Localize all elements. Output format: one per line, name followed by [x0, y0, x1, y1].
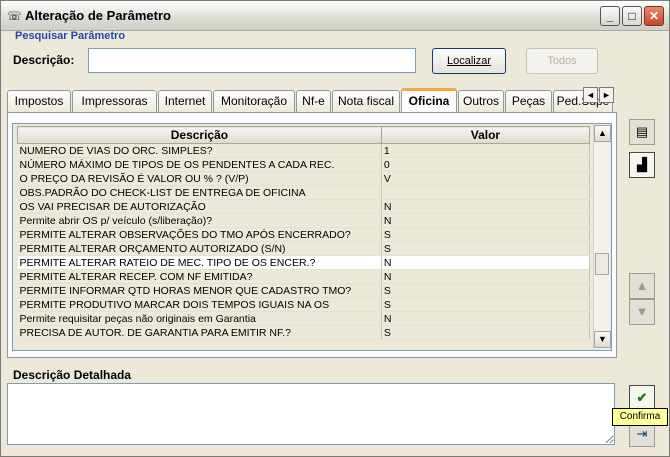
- title-bar[interactable]: ☏ Alteração de Parâmetro _ □ ✕: [1, 1, 669, 31]
- table-row-selected[interactable]: PERMITE ALTERAR RATEIO DE MEC. TIPO DE O…: [17, 255, 591, 270]
- minimize-button[interactable]: _: [600, 6, 620, 26]
- table-row[interactable]: PRECISA DE AUTOR. DE GARANTIA PARA EMITI…: [17, 325, 591, 340]
- row-value[interactable]: N: [381, 213, 591, 228]
- row-value[interactable]: S: [381, 325, 591, 340]
- row-value[interactable]: N: [381, 269, 591, 284]
- scroll-thumb[interactable]: [595, 253, 609, 275]
- all-button-label: Todos: [547, 55, 577, 67]
- arrow-up-icon: ▲: [635, 278, 649, 293]
- tab-strip: Impostos Impressoras Internet Monitoraçã…: [7, 88, 619, 112]
- detail-textarea[interactable]: [7, 383, 615, 445]
- table-row[interactable]: Permite abrir OS p/ veículo (s/liberação…: [17, 213, 591, 228]
- table-row[interactable]: NÚMERO MÁXIMO DE TIPOS DE OS PENDENTES A…: [17, 157, 591, 172]
- table-row[interactable]: O PREÇO DA REVISÃO É VALOR OU % ? (V/P) V: [17, 171, 591, 186]
- table-row[interactable]: Permite requisitar peças não originais e…: [17, 311, 591, 326]
- search-label: Descrição:: [13, 53, 75, 67]
- row-value[interactable]: S: [381, 227, 591, 242]
- row-description: NÚMERO MÁXIMO DE TIPOS DE OS PENDENTES A…: [17, 157, 382, 172]
- row-description: PERMITE INFORMAR QTD HORAS MENOR QUE CAD…: [17, 283, 382, 298]
- tab-oficina[interactable]: Oficina: [401, 88, 457, 112]
- row-description: NUMERO DE VIAS DO ORC. SIMPLES?: [17, 143, 382, 158]
- tab-nfe[interactable]: Nf-e: [296, 90, 331, 112]
- grid-vertical-scrollbar[interactable]: ▲ ▼: [593, 125, 611, 349]
- row-description: Permite requisitar peças não originais e…: [17, 311, 382, 326]
- check-icon: ✔: [636, 390, 648, 405]
- detail-label: Descrição Detalhada: [13, 368, 132, 382]
- description-search-input[interactable]: [88, 48, 416, 73]
- find-button[interactable]: Localizar: [432, 48, 506, 74]
- chart-icon: ▟: [637, 157, 647, 172]
- phone-icon: ☏: [7, 9, 23, 23]
- column-header-valor[interactable]: Valor: [380, 126, 591, 144]
- tab-monitoracao[interactable]: Monitoração: [213, 90, 295, 112]
- table-row[interactable]: PERMITE ALTERAR ORÇAMENTO AUTORIZADO (S/…: [17, 241, 591, 256]
- tab-impostos[interactable]: Impostos: [7, 90, 71, 112]
- row-description: PERMITE ALTERAR RATEIO DE MEC. TIPO DE O…: [17, 255, 382, 270]
- row-description: PERMITE ALTERAR OBSERVAÇÕES DO TMO APÓS …: [17, 227, 382, 242]
- row-value[interactable]: S: [381, 241, 591, 256]
- row-value-editing[interactable]: N: [381, 255, 591, 270]
- row-description: PRECISA DE AUTOR. DE GARANTIA PARA EMITI…: [17, 325, 382, 340]
- close-button[interactable]: ✕: [644, 6, 664, 26]
- search-group-title: Pesquisar Parâmetro: [15, 30, 126, 42]
- arrow-down-icon: ▼: [635, 304, 649, 319]
- find-button-label: Localizar: [446, 55, 492, 67]
- row-description: PERMITE ALTERAR ORÇAMENTO AUTORIZADO (S/…: [17, 241, 382, 256]
- grid-view-icon: ▤: [635, 124, 649, 139]
- table-row[interactable]: PERMITE PRODUTIVO MARCAR DOIS TEMPOS IGU…: [17, 297, 591, 312]
- row-description: OS VAI PRECISAR DE AUTORIZAÇÃO: [17, 199, 382, 214]
- table-row[interactable]: OBS.PADRÃO DO CHECK-LIST DE ENTREGA DE O…: [17, 185, 591, 200]
- row-description: Permite abrir OS p/ veículo (s/liberação…: [17, 213, 382, 228]
- column-header-descricao[interactable]: Descrição: [17, 126, 382, 144]
- row-value[interactable]: V: [381, 171, 591, 186]
- tab-panel: Descrição Valor NUMERO DE VIAS DO ORC. S…: [7, 112, 617, 358]
- maximize-button[interactable]: □: [622, 6, 642, 26]
- row-value[interactable]: 1: [381, 143, 591, 158]
- exit-icon: ⇥: [636, 426, 648, 441]
- scroll-up-button[interactable]: ▲: [594, 125, 611, 142]
- tab-scroll-left-button[interactable]: ◄: [583, 87, 598, 103]
- move-up-button[interactable]: ▲: [629, 273, 655, 299]
- parameters-table: Descrição Valor NUMERO DE VIAS DO ORC. S…: [17, 126, 591, 340]
- row-value[interactable]: 0: [381, 157, 591, 172]
- confirm-tooltip: Confirma: [612, 408, 668, 426]
- row-value[interactable]: N: [381, 311, 591, 326]
- move-down-button[interactable]: ▼: [629, 299, 655, 325]
- row-value[interactable]: N: [381, 199, 591, 214]
- row-description: PERMITE PRODUTIVO MARCAR DOIS TEMPOS IGU…: [17, 297, 382, 312]
- scroll-down-button[interactable]: ▼: [594, 331, 611, 348]
- table-row[interactable]: OS VAI PRECISAR DE AUTORIZAÇÃO N: [17, 199, 591, 214]
- tab-outros[interactable]: Outros: [458, 90, 504, 112]
- row-description: OBS.PADRÃO DO CHECK-LIST DE ENTREGA DE O…: [17, 185, 382, 200]
- parameter-window: ☏ Alteração de Parâmetro _ □ ✕ Pesquisar…: [0, 0, 670, 457]
- table-row[interactable]: NUMERO DE VIAS DO ORC. SIMPLES? 1: [17, 143, 591, 158]
- tab-internet[interactable]: Internet: [158, 90, 212, 112]
- tab-scroll-right-button[interactable]: ►: [599, 87, 614, 103]
- tab-nota-fiscal[interactable]: Nota fiscal: [332, 90, 400, 112]
- tab-impressoras[interactable]: Impressoras: [72, 90, 157, 112]
- window-title: Alteração de Parâmetro: [25, 8, 171, 23]
- tab-pecas[interactable]: Peças: [505, 90, 552, 112]
- table-row[interactable]: PERMITE ALTERAR RECEP. COM NF EMITIDA? N: [17, 269, 591, 284]
- row-value[interactable]: [381, 185, 591, 200]
- row-value[interactable]: S: [381, 297, 591, 312]
- row-description: O PREÇO DA REVISÃO É VALOR OU % ? (V/P): [17, 171, 382, 186]
- table-row[interactable]: PERMITE ALTERAR OBSERVAÇÕES DO TMO APÓS …: [17, 227, 591, 242]
- row-description: PERMITE ALTERAR RECEP. COM NF EMITIDA?: [17, 269, 382, 284]
- row-value[interactable]: S: [381, 283, 591, 298]
- grid-view-button[interactable]: ▤: [629, 119, 655, 145]
- all-button[interactable]: Todos: [526, 48, 598, 74]
- table-row[interactable]: PERMITE INFORMAR QTD HORAS MENOR QUE CAD…: [17, 283, 591, 298]
- parameters-grid: Descrição Valor NUMERO DE VIAS DO ORC. S…: [12, 123, 612, 351]
- chart-button[interactable]: ▟: [629, 152, 655, 178]
